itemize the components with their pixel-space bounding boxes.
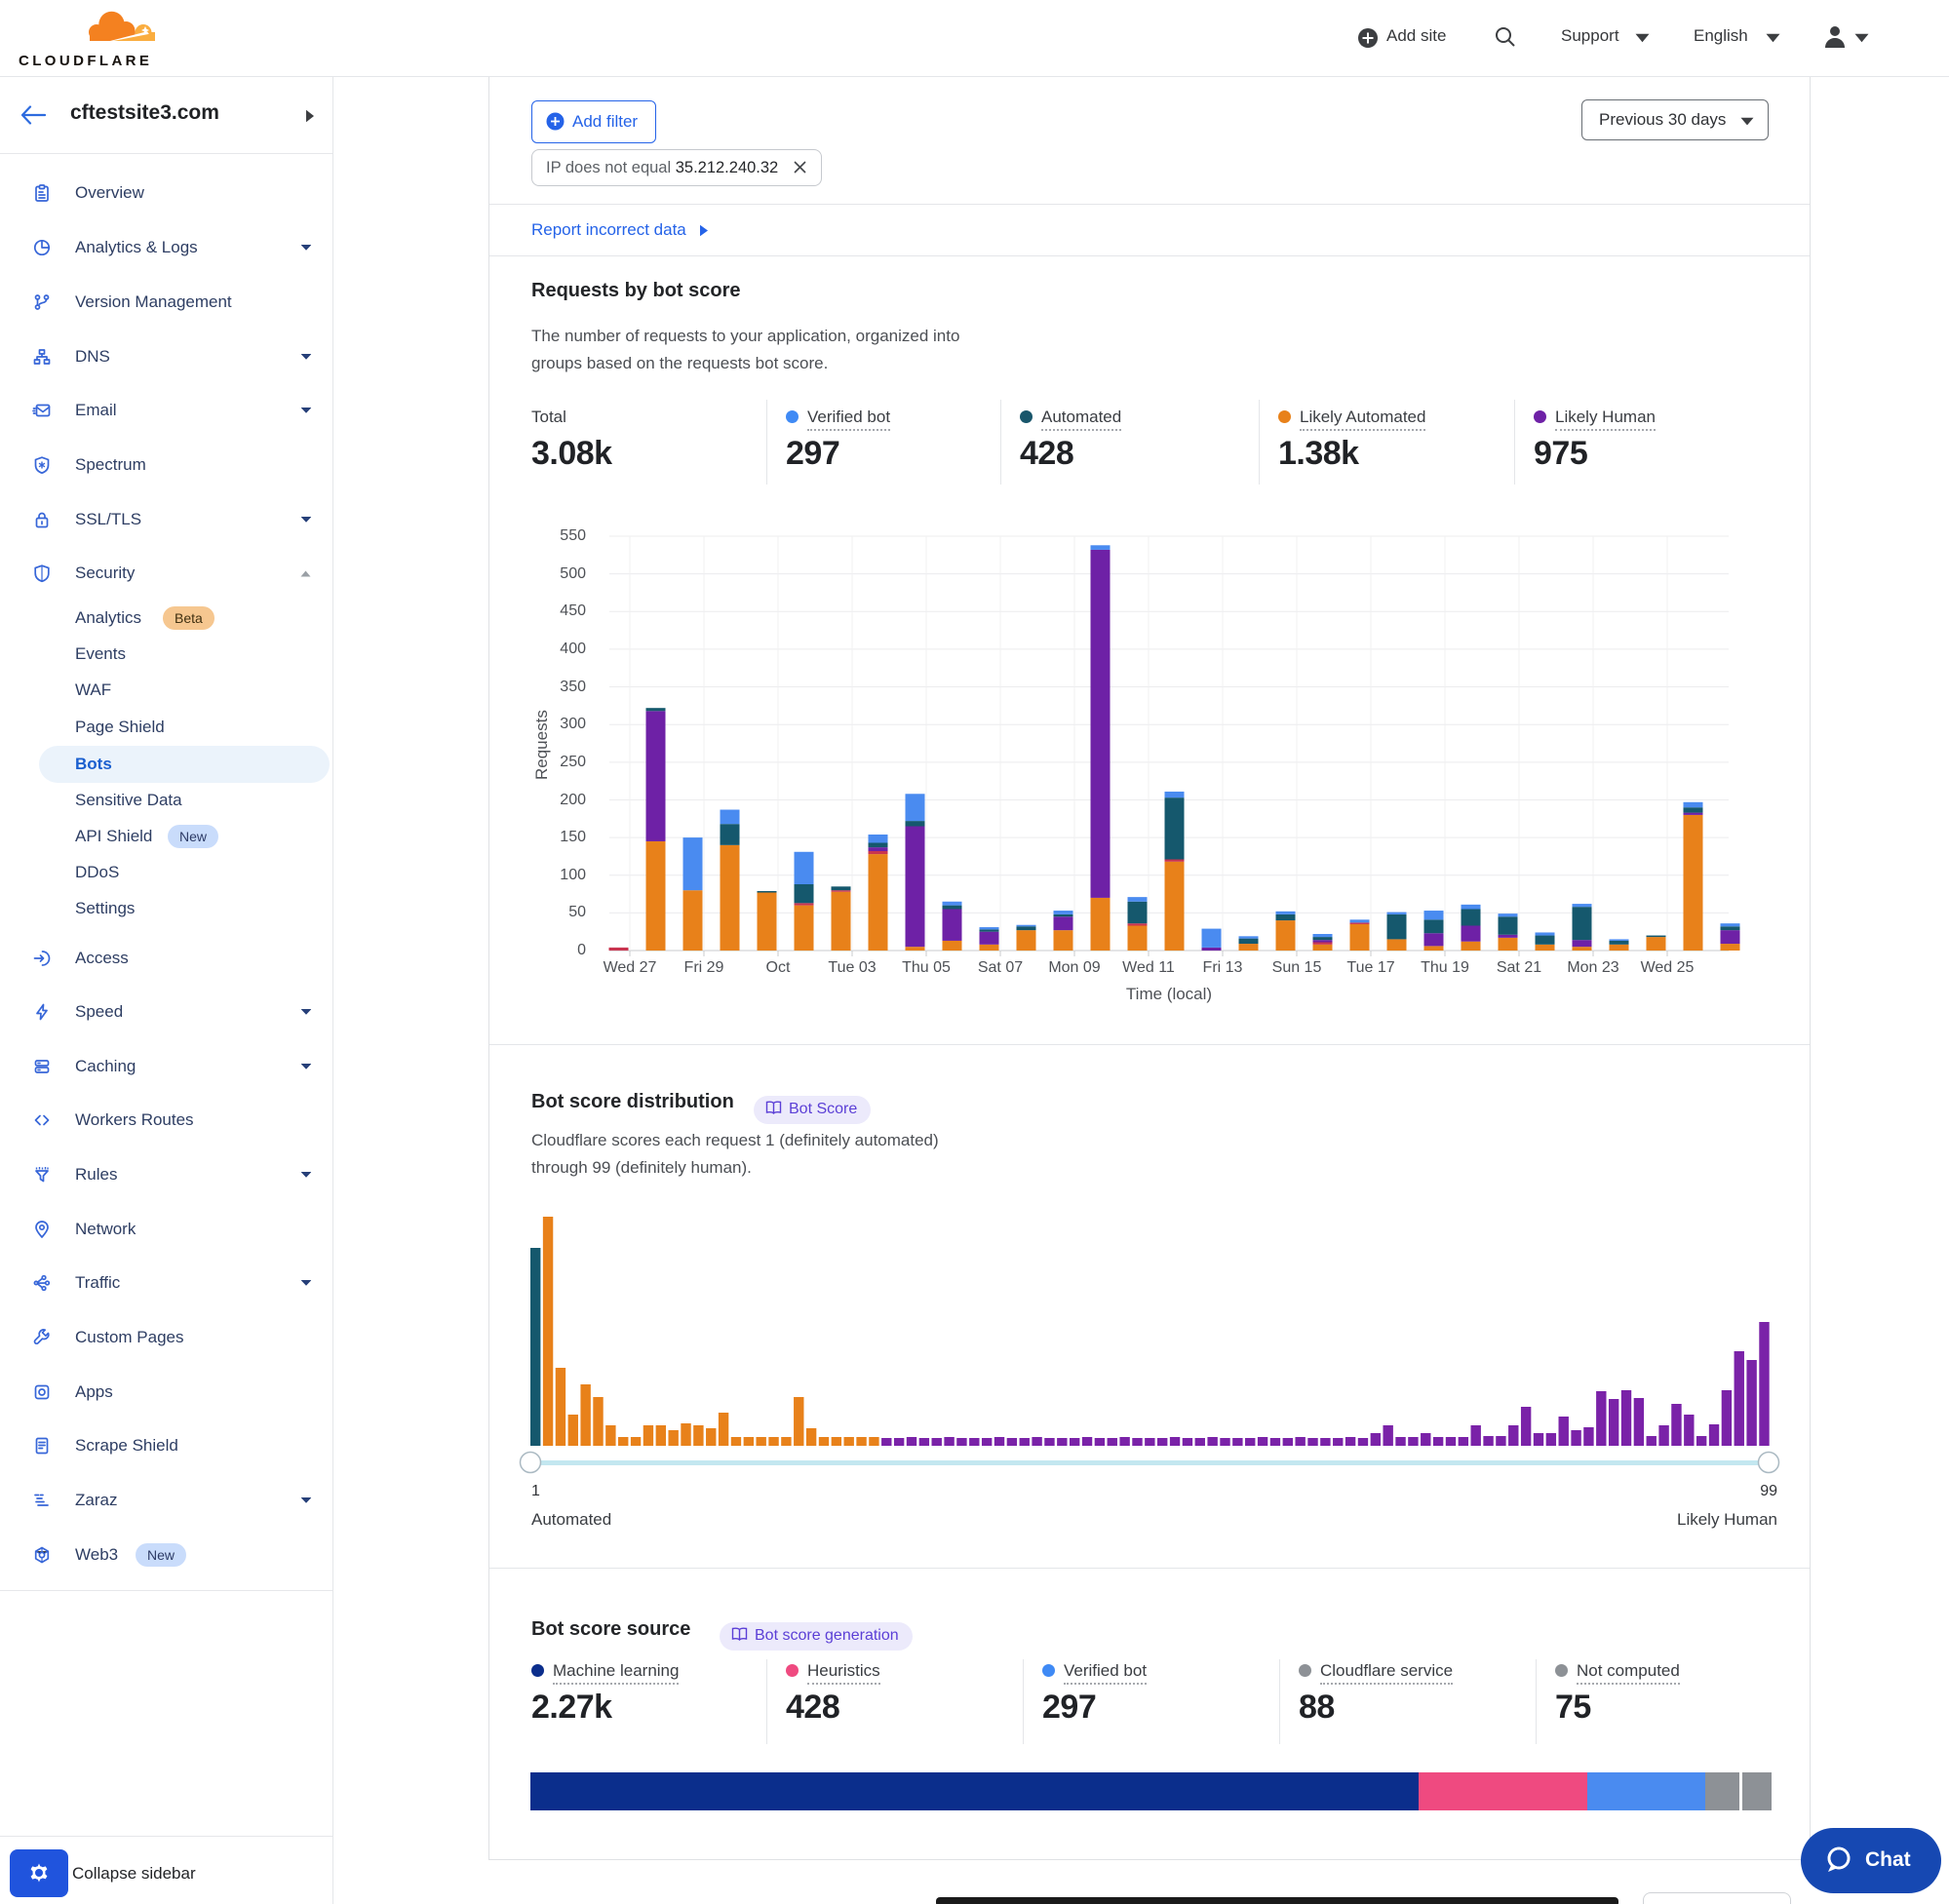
svg-text:CLOUDFLARE: CLOUDFLARE [19,53,152,68]
